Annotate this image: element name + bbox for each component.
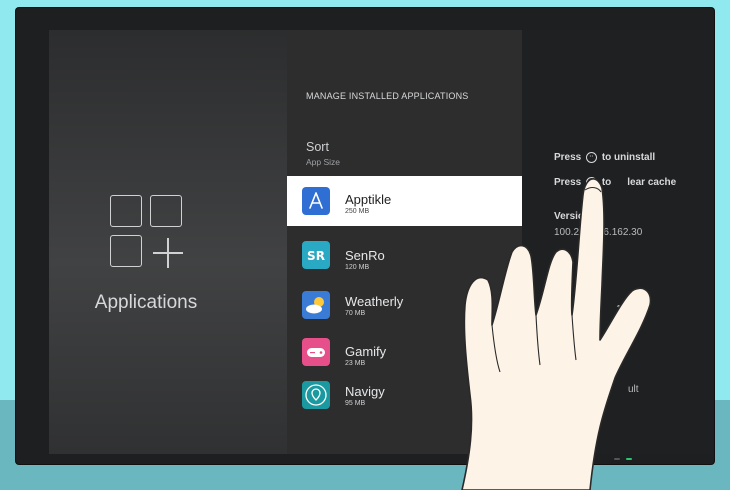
pointing-hand-illustration	[461, 178, 652, 490]
